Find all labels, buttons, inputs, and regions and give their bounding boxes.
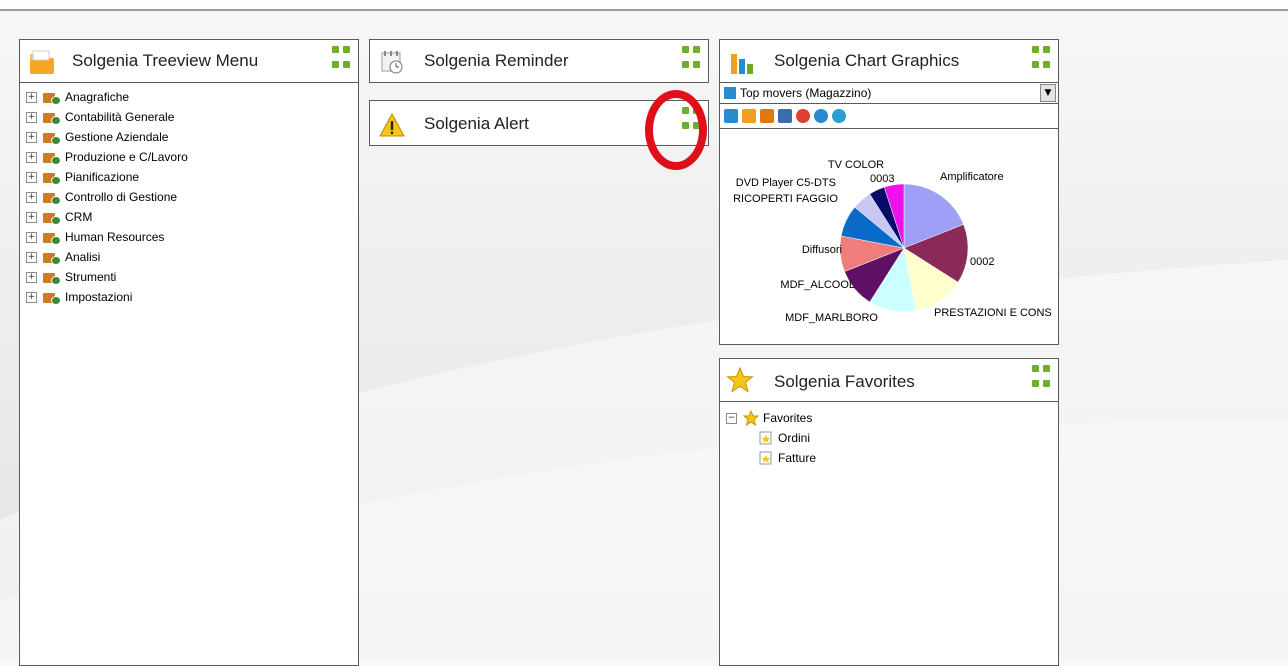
folder-icon bbox=[43, 151, 61, 165]
warning-icon bbox=[379, 112, 405, 137]
tree-item-human-resources[interactable]: + Human Resources bbox=[26, 227, 358, 247]
chart-panel: Solgenia Chart Graphics Top movers (Maga… bbox=[719, 39, 1059, 345]
bar-chart-icon bbox=[731, 54, 753, 74]
top-bar bbox=[0, 0, 1288, 11]
treeview-panel: Solgenia Treeview Menu + Anagrafiche + Con… bbox=[19, 39, 359, 666]
chart-3d-button[interactable] bbox=[760, 109, 774, 123]
favorites-root[interactable]: − Favorites bbox=[726, 408, 1058, 428]
chart-panel-controls[interactable] bbox=[1032, 46, 1050, 74]
folder-icon bbox=[43, 171, 61, 185]
expand-icon[interactable]: + bbox=[26, 131, 37, 143]
chart-selector-value: Top movers (Magazzino) bbox=[740, 86, 872, 100]
expand-icon[interactable]: + bbox=[26, 171, 37, 183]
folder-icon bbox=[43, 251, 61, 265]
save-icon[interactable] bbox=[778, 109, 792, 123]
favorite-link-icon bbox=[759, 431, 772, 445]
chart-header: Solgenia Chart Graphics bbox=[720, 40, 1058, 83]
chart-style-button[interactable] bbox=[742, 109, 756, 123]
expand-icon[interactable]: + bbox=[26, 251, 37, 263]
pie-label-7: DVD Player C5-DTS bbox=[736, 177, 836, 189]
favorites-header: Solgenia Favorites bbox=[720, 359, 1058, 402]
pie-label-4: MDF_ALCOOL bbox=[780, 279, 855, 291]
tree-item-analisi[interactable]: + Analisi bbox=[26, 247, 358, 267]
folder-icon bbox=[30, 50, 54, 74]
reminder-panel: Solgenia Reminder bbox=[369, 39, 709, 83]
favorite-item-fatture[interactable]: Fatture bbox=[726, 448, 1058, 468]
alert-title: Solgenia Alert bbox=[424, 114, 529, 133]
pie-label-6: RICOPERTI FAGGIO bbox=[733, 193, 838, 205]
favorite-link-icon bbox=[759, 451, 772, 465]
folder-icon bbox=[43, 211, 61, 225]
pie-chart: Amplificatore 0002 PRESTAZIONI E CONS MDF_M… bbox=[733, 159, 1052, 324]
favorites-title: Solgenia Favorites bbox=[774, 372, 915, 391]
dropdown-arrow-icon[interactable]: ▼ bbox=[1040, 84, 1056, 102]
treeview-panel-controls[interactable] bbox=[332, 46, 350, 74]
tree-item-strumenti[interactable]: + Strumenti bbox=[26, 267, 358, 287]
expand-icon[interactable]: + bbox=[26, 271, 37, 283]
pie-label-3: MDF_MARLBORO bbox=[785, 312, 878, 324]
treeview-list: + Anagrafiche + Contabilità Generale + Gest… bbox=[20, 83, 358, 307]
favorite-item-ordini[interactable]: Ordini bbox=[726, 428, 1058, 448]
treeview-header: Solgenia Treeview Menu bbox=[20, 40, 358, 83]
folder-icon bbox=[43, 91, 61, 105]
expand-icon[interactable]: + bbox=[26, 191, 37, 203]
pie-label-2: PRESTAZIONI E CONS bbox=[934, 307, 1052, 319]
chart-toolbar bbox=[720, 104, 1058, 129]
folder-icon bbox=[43, 231, 61, 245]
folder-icon bbox=[43, 131, 61, 145]
refresh-icon[interactable] bbox=[832, 109, 846, 123]
tree-item-gestione-aziendale[interactable]: + Gestione Aziendale bbox=[26, 127, 358, 147]
pie-label-1: 0002 bbox=[970, 256, 994, 268]
calendar-clock-icon bbox=[381, 51, 403, 74]
favorites-tree: − Favorites Ordini Fatture bbox=[720, 402, 1058, 468]
reminder-header: Solgenia Reminder bbox=[370, 40, 708, 82]
tree-item-controllo[interactable]: + Controllo di Gestione bbox=[26, 187, 358, 207]
folder-icon bbox=[43, 111, 61, 125]
expand-icon[interactable]: + bbox=[26, 91, 37, 103]
reminder-title: Solgenia Reminder bbox=[424, 51, 569, 70]
pie-chart-area: Amplificatore 0002 PRESTAZIONI E CONS MDF_M… bbox=[720, 138, 1057, 343]
star-icon bbox=[743, 410, 759, 426]
tree-item-anagrafiche[interactable]: + Anagrafiche bbox=[26, 87, 358, 107]
undo-icon[interactable] bbox=[796, 109, 810, 123]
folder-icon bbox=[43, 271, 61, 285]
expand-icon[interactable]: + bbox=[26, 151, 37, 163]
expand-icon[interactable]: + bbox=[26, 211, 37, 223]
tree-item-contabilita[interactable]: + Contabilità Generale bbox=[26, 107, 358, 127]
chart-selector[interactable]: Top movers (Magazzino) ▼ bbox=[720, 83, 1058, 104]
folder-icon bbox=[43, 191, 61, 205]
chart-title: Solgenia Chart Graphics bbox=[774, 51, 960, 70]
collapse-icon[interactable]: − bbox=[726, 412, 737, 424]
redo-icon[interactable] bbox=[814, 109, 828, 123]
tree-item-produzione[interactable]: + Produzione e C/Lavoro bbox=[26, 147, 358, 167]
chart-type-icon bbox=[724, 87, 736, 99]
tree-item-crm[interactable]: + CRM bbox=[26, 207, 358, 227]
expand-icon[interactable]: + bbox=[26, 291, 37, 303]
pie-label-5: Diffusori bbox=[802, 244, 842, 256]
folder-icon bbox=[43, 291, 61, 305]
bar-chart-button[interactable] bbox=[724, 109, 738, 123]
tree-item-impostazioni[interactable]: + Impostazioni bbox=[26, 287, 358, 307]
pie-label-0: Amplificatore bbox=[940, 171, 1004, 183]
reminder-panel-controls[interactable] bbox=[682, 46, 700, 74]
highlight-circle bbox=[645, 90, 707, 170]
pie-label-8: TV COLOR bbox=[828, 159, 884, 171]
favorites-panel: Solgenia Favorites − Favorites Ordini Fa… bbox=[719, 358, 1059, 666]
star-icon bbox=[726, 366, 754, 393]
favorites-panel-controls[interactable] bbox=[1032, 365, 1050, 393]
treeview-title: Solgenia Treeview Menu bbox=[72, 51, 259, 70]
tree-item-pianificazione[interactable]: + Pianificazione bbox=[26, 167, 358, 187]
pie-label-9: 0003 bbox=[870, 173, 894, 185]
expand-icon[interactable]: + bbox=[26, 111, 37, 123]
expand-icon[interactable]: + bbox=[26, 231, 37, 243]
